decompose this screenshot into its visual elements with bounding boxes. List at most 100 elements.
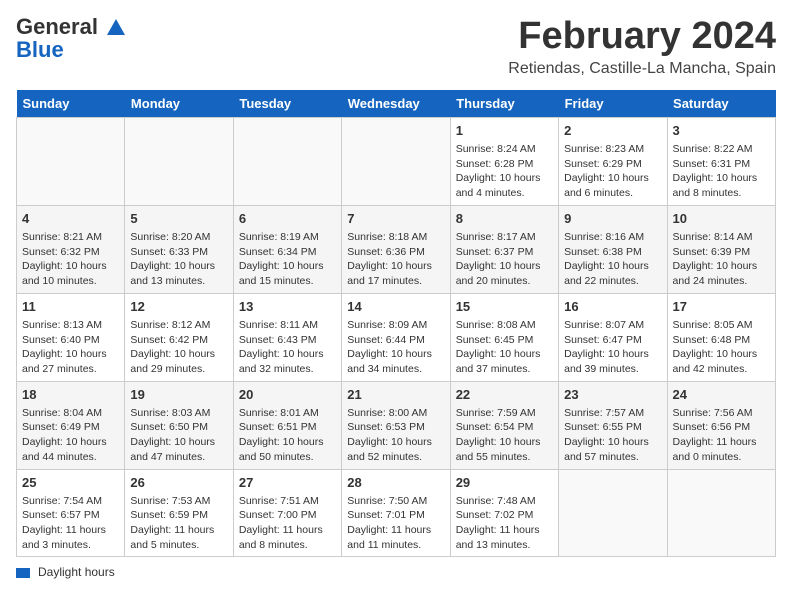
day-info: Sunrise: 7:57 AM Sunset: 6:55 PM Dayligh… xyxy=(564,406,661,465)
calendar-cell xyxy=(342,117,450,205)
calendar-cell xyxy=(233,117,341,205)
week-row-4: 18 Sunrise: 8:04 AM Sunset: 6:49 PM Dayli… xyxy=(17,381,776,469)
day-info: Sunrise: 7:53 AM Sunset: 6:59 PM Dayligh… xyxy=(130,494,227,553)
day-info: Sunrise: 8:01 AM Sunset: 6:51 PM Dayligh… xyxy=(239,406,336,465)
day-number: 18 xyxy=(22,386,119,404)
day-info: Sunrise: 8:22 AM Sunset: 6:31 PM Dayligh… xyxy=(673,142,770,201)
col-header-friday: Friday xyxy=(559,90,667,118)
day-number: 23 xyxy=(564,386,661,404)
day-number: 19 xyxy=(130,386,227,404)
calendar-cell: 11Sunrise: 8:13 AM Sunset: 6:40 PM Dayli… xyxy=(17,293,125,381)
day-number: 9 xyxy=(564,210,661,228)
calendar-cell: 25 Sunrise: 7:54 AM Sunset: 6:57 PM Dayli… xyxy=(17,469,125,557)
day-number: 15 xyxy=(456,298,553,316)
week-row-1: 1 Sunrise: 8:24 AM Sunset: 6:28 PM Daylig… xyxy=(17,117,776,205)
legend-label: Daylight hours xyxy=(38,565,115,579)
calendar-cell: 27Sunrise: 7:51 AM Sunset: 7:00 PM Dayli… xyxy=(233,469,341,557)
day-number: 10 xyxy=(673,210,770,228)
calendar-cell xyxy=(125,117,233,205)
calendar-cell: 3 Sunrise: 8:22 AM Sunset: 6:31 PM Daylig… xyxy=(667,117,775,205)
day-number: 17 xyxy=(673,298,770,316)
day-info: Sunrise: 8:21 AM Sunset: 6:32 PM Dayligh… xyxy=(22,230,119,289)
day-info: Sunrise: 8:23 AM Sunset: 6:29 PM Dayligh… xyxy=(564,142,661,201)
col-header-tuesday: Tuesday xyxy=(233,90,341,118)
day-number: 27 xyxy=(239,474,336,492)
col-header-monday: Monday xyxy=(125,90,233,118)
day-info: Sunrise: 8:17 AM Sunset: 6:37 PM Dayligh… xyxy=(456,230,553,289)
col-header-thursday: Thursday xyxy=(450,90,558,118)
calendar-cell: 28Sunrise: 7:50 AM Sunset: 7:01 PM Dayli… xyxy=(342,469,450,557)
calendar-cell: 16 Sunrise: 8:07 AM Sunset: 6:47 PM Dayli… xyxy=(559,293,667,381)
day-info: Sunrise: 8:12 AM Sunset: 6:42 PM Dayligh… xyxy=(130,318,227,377)
calendar-cell: 12Sunrise: 8:12 AM Sunset: 6:42 PM Dayli… xyxy=(125,293,233,381)
day-info: Sunrise: 7:48 AM Sunset: 7:02 PM Dayligh… xyxy=(456,494,553,553)
calendar-cell: 1 Sunrise: 8:24 AM Sunset: 6:28 PM Daylig… xyxy=(450,117,558,205)
calendar-cell: 23 Sunrise: 7:57 AM Sunset: 6:55 PM Dayli… xyxy=(559,381,667,469)
day-number: 28 xyxy=(347,474,444,492)
day-number: 21 xyxy=(347,386,444,404)
day-info: Sunrise: 8:14 AM Sunset: 6:39 PM Dayligh… xyxy=(673,230,770,289)
calendar-cell: 24Sunrise: 7:56 AM Sunset: 6:56 PM Dayli… xyxy=(667,381,775,469)
day-info: Sunrise: 8:19 AM Sunset: 6:34 PM Dayligh… xyxy=(239,230,336,289)
day-info: Sunrise: 8:16 AM Sunset: 6:38 PM Dayligh… xyxy=(564,230,661,289)
footer-note: Daylight hours xyxy=(16,565,776,579)
header: General Blue February 2024 Retiendas, Ca… xyxy=(16,16,776,78)
day-number: 24 xyxy=(673,386,770,404)
location-title: Retiendas, Castille-La Mancha, Spain xyxy=(508,60,776,78)
day-number: 2 xyxy=(564,122,661,140)
day-info: Sunrise: 8:03 AM Sunset: 6:50 PM Dayligh… xyxy=(130,406,227,465)
col-header-saturday: Saturday xyxy=(667,90,775,118)
day-number: 16 xyxy=(564,298,661,316)
day-number: 13 xyxy=(239,298,336,316)
day-number: 29 xyxy=(456,474,553,492)
calendar-cell xyxy=(17,117,125,205)
day-info: Sunrise: 8:04 AM Sunset: 6:49 PM Dayligh… xyxy=(22,406,119,465)
week-row-5: 25 Sunrise: 7:54 AM Sunset: 6:57 PM Dayli… xyxy=(17,469,776,557)
day-number: 7 xyxy=(347,210,444,228)
day-number: 14 xyxy=(347,298,444,316)
day-number: 4 xyxy=(22,210,119,228)
day-info: Sunrise: 8:08 AM Sunset: 6:45 PM Dayligh… xyxy=(456,318,553,377)
calendar-cell: 8 Sunrise: 8:17 AM Sunset: 6:37 PM Daylig… xyxy=(450,205,558,293)
calendar-cell: 21 Sunrise: 8:00 AM Sunset: 6:53 PM Dayli… xyxy=(342,381,450,469)
col-header-sunday: Sunday xyxy=(17,90,125,118)
day-info: Sunrise: 7:59 AM Sunset: 6:54 PM Dayligh… xyxy=(456,406,553,465)
logo-general: General xyxy=(16,14,98,39)
calendar-cell: 20 Sunrise: 8:01 AM Sunset: 6:51 PM Dayli… xyxy=(233,381,341,469)
calendar-cell xyxy=(667,469,775,557)
calendar-cell: 6 Sunrise: 8:19 AM Sunset: 6:34 PM Daylig… xyxy=(233,205,341,293)
calendar-cell: 4 Sunrise: 8:21 AM Sunset: 6:32 PM Daylig… xyxy=(17,205,125,293)
calendar-cell: 18 Sunrise: 8:04 AM Sunset: 6:49 PM Dayli… xyxy=(17,381,125,469)
day-number: 1 xyxy=(456,122,553,140)
day-info: Sunrise: 8:20 AM Sunset: 6:33 PM Dayligh… xyxy=(130,230,227,289)
day-number: 26 xyxy=(130,474,227,492)
calendar-cell: 26 Sunrise: 7:53 AM Sunset: 6:59 PM Dayli… xyxy=(125,469,233,557)
calendar-cell: 19 Sunrise: 8:03 AM Sunset: 6:50 PM Dayli… xyxy=(125,381,233,469)
day-info: Sunrise: 8:11 AM Sunset: 6:43 PM Dayligh… xyxy=(239,318,336,377)
calendar-cell: 15 Sunrise: 8:08 AM Sunset: 6:45 PM Dayli… xyxy=(450,293,558,381)
logo: General Blue xyxy=(16,16,127,63)
logo-blue: Blue xyxy=(16,37,64,63)
day-number: 8 xyxy=(456,210,553,228)
calendar-cell: 5 Sunrise: 8:20 AM Sunset: 6:33 PM Daylig… xyxy=(125,205,233,293)
calendar-cell: 2 Sunrise: 8:23 AM Sunset: 6:29 PM Daylig… xyxy=(559,117,667,205)
legend-box: Daylight hours xyxy=(16,565,123,579)
calendar-cell: 7Sunrise: 8:18 AM Sunset: 6:36 PM Daylig… xyxy=(342,205,450,293)
title-block: February 2024 Retiendas, Castille-La Man… xyxy=(508,16,776,78)
day-info: Sunrise: 8:24 AM Sunset: 6:28 PM Dayligh… xyxy=(456,142,553,201)
logo-icon xyxy=(105,17,127,39)
day-number: 3 xyxy=(673,122,770,140)
day-info: Sunrise: 7:54 AM Sunset: 6:57 PM Dayligh… xyxy=(22,494,119,553)
day-info: Sunrise: 8:07 AM Sunset: 6:47 PM Dayligh… xyxy=(564,318,661,377)
day-number: 20 xyxy=(239,386,336,404)
day-info: Sunrise: 8:00 AM Sunset: 6:53 PM Dayligh… xyxy=(347,406,444,465)
week-row-2: 4 Sunrise: 8:21 AM Sunset: 6:32 PM Daylig… xyxy=(17,205,776,293)
day-number: 6 xyxy=(239,210,336,228)
calendar-cell xyxy=(559,469,667,557)
day-number: 11 xyxy=(22,298,119,316)
day-info: Sunrise: 8:09 AM Sunset: 6:44 PM Dayligh… xyxy=(347,318,444,377)
day-number: 25 xyxy=(22,474,119,492)
calendar-cell: 13 Sunrise: 8:11 AM Sunset: 6:43 PM Dayli… xyxy=(233,293,341,381)
day-number: 5 xyxy=(130,210,227,228)
month-title: February 2024 xyxy=(508,16,776,58)
